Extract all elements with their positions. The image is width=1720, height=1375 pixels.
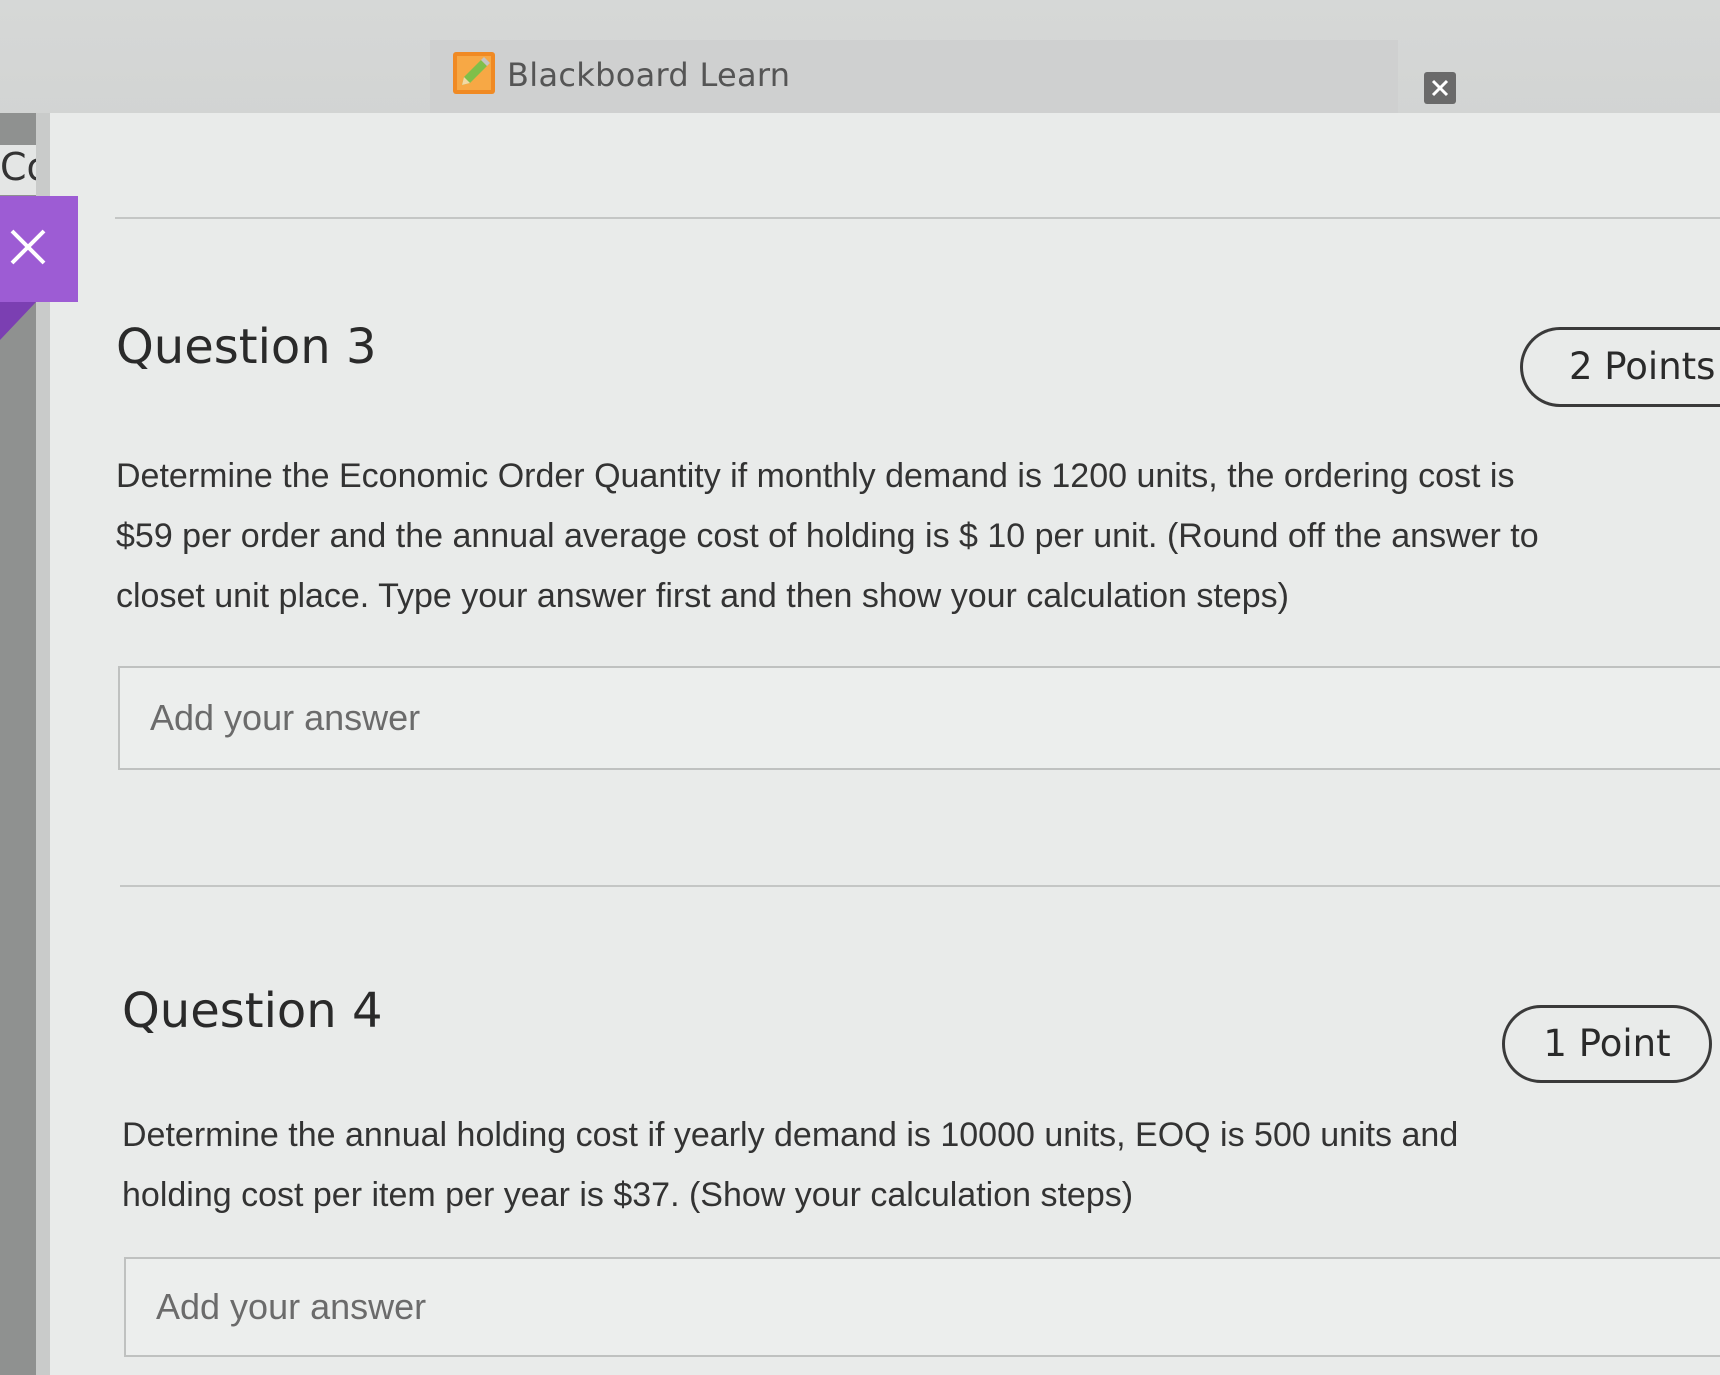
- question-3-text: Determine the Economic Order Quantity if…: [116, 446, 1716, 626]
- question-4-text: Determine the annual holding cost if yea…: [122, 1105, 1702, 1225]
- sidebar-course-label: Co: [0, 145, 36, 195]
- question-3-line-1: Determine the Economic Order Quantity if…: [116, 457, 1515, 495]
- window-title: Blackboard Learn: [507, 56, 791, 94]
- question-4-line-1: Determine the annual holding cost if yea…: [122, 1116, 1459, 1154]
- question-3-line-3: closet unit place. Type your answer firs…: [116, 577, 1289, 615]
- question-3-answer-box[interactable]: [118, 666, 1720, 770]
- side-panel-edge: [36, 113, 50, 1375]
- question-3-line-2: $59 per order and the annual average cos…: [116, 517, 1539, 555]
- question-4-answer-input[interactable]: [126, 1259, 1720, 1355]
- question-4-answer-box[interactable]: [124, 1257, 1720, 1357]
- question-3-title: Question 3: [116, 319, 377, 375]
- question-3-answer-input[interactable]: [120, 668, 1720, 768]
- sidebar-close-button[interactable]: [0, 196, 78, 302]
- question-4-title: Question 4: [122, 983, 383, 1039]
- sidebar-tab-tail: [0, 302, 36, 340]
- assessment-content: Question 3 2 Points Determine the Econom…: [50, 113, 1720, 1375]
- pencil-icon: [453, 52, 495, 94]
- window-close-button[interactable]: [1424, 72, 1456, 104]
- divider: [120, 885, 1720, 887]
- close-icon: [1431, 79, 1449, 97]
- question-3-points-badge: 2 Points: [1520, 327, 1720, 407]
- question-4-line-2: holding cost per item per year is $37. (…: [122, 1176, 1134, 1214]
- question-4-points-badge: 1 Point: [1502, 1005, 1712, 1083]
- close-x-icon: [10, 229, 46, 265]
- divider: [115, 217, 1720, 219]
